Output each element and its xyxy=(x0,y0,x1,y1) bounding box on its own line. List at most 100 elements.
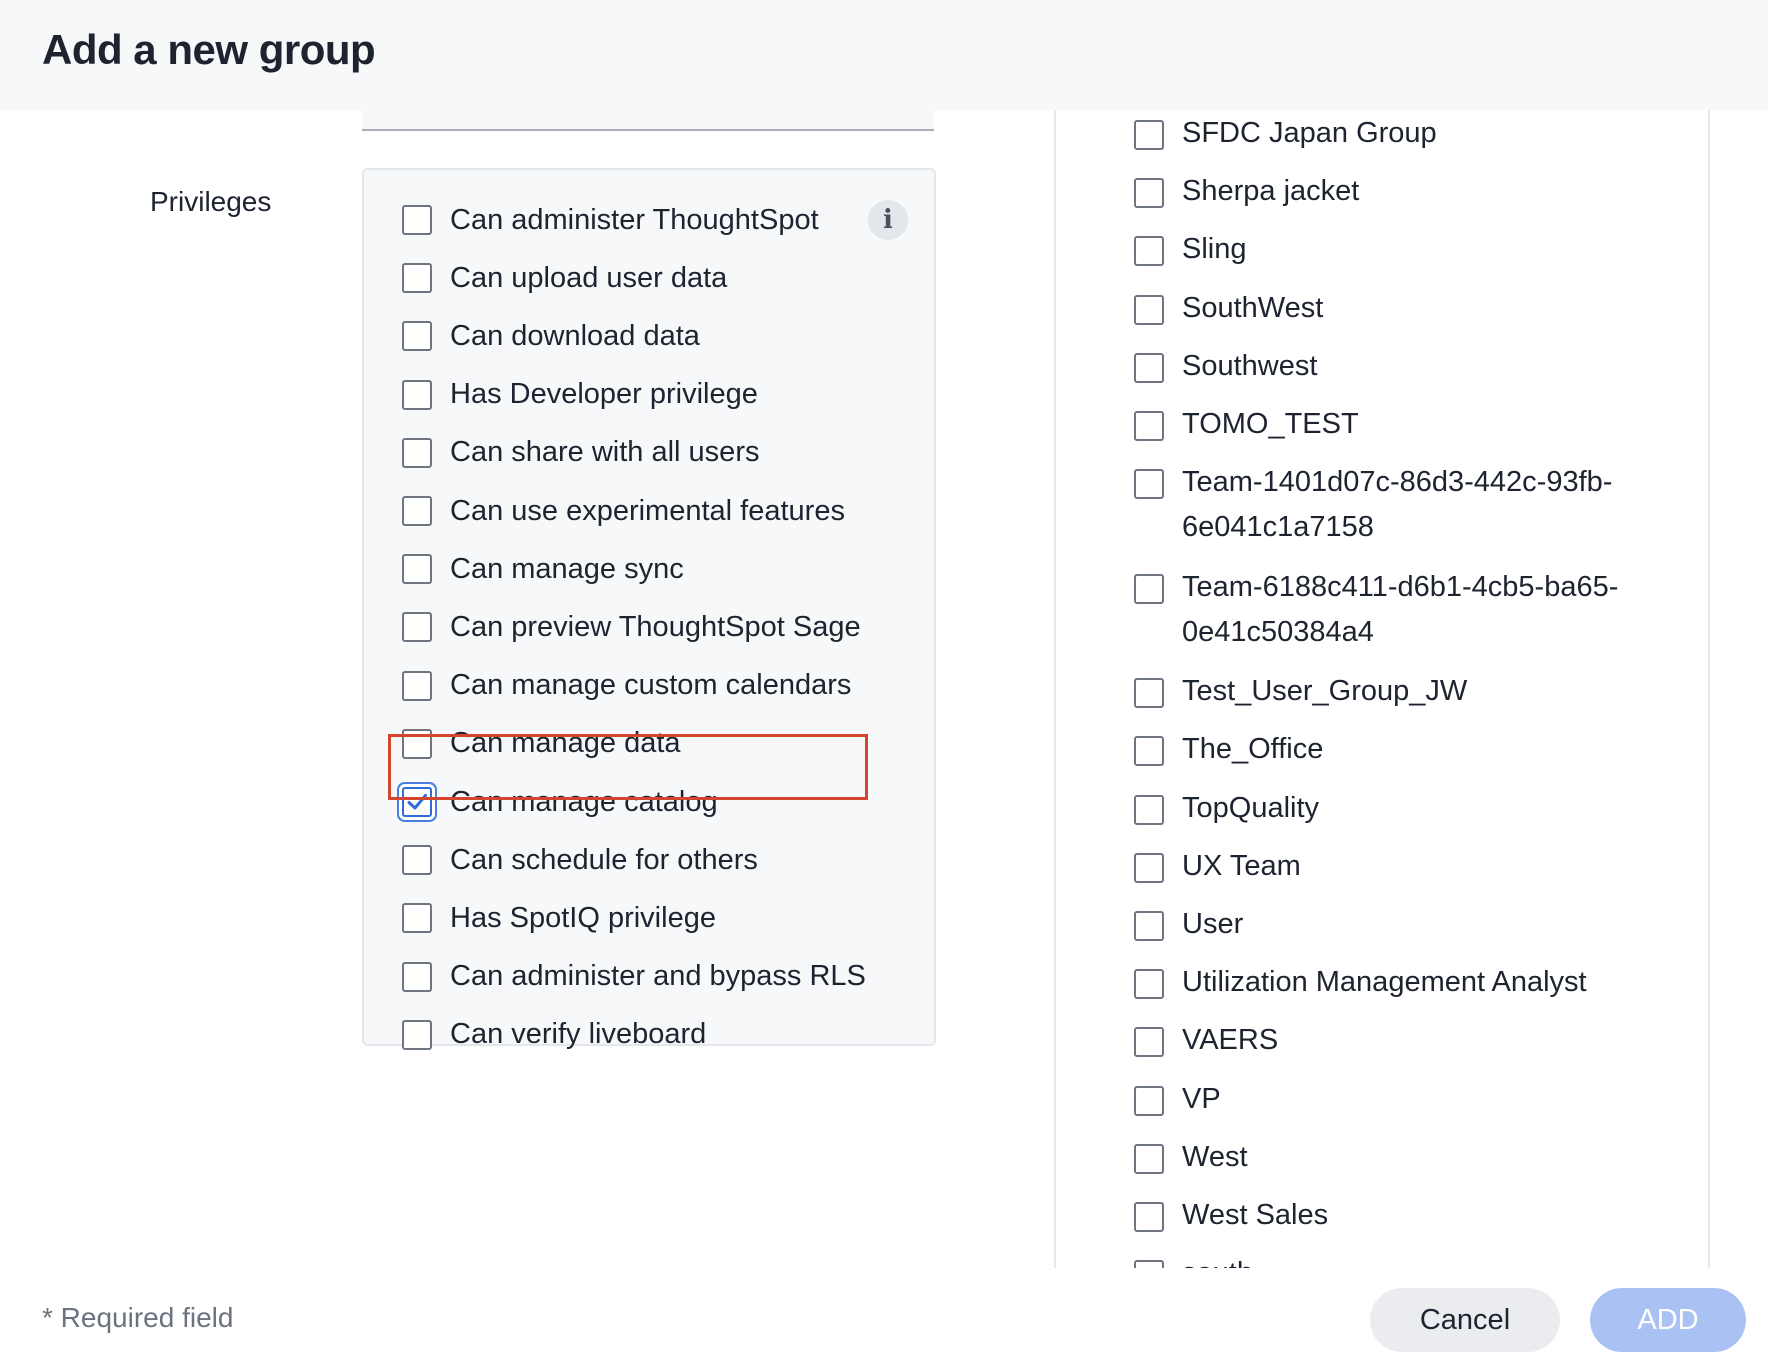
privilege-row[interactable]: Can upload user data xyxy=(402,256,727,300)
privilege-row[interactable]: Can manage custom calendars xyxy=(402,664,851,708)
group-label: West xyxy=(1182,1140,1248,1173)
check-icon xyxy=(407,794,427,810)
group-checkbox[interactable] xyxy=(1134,469,1164,500)
group-row[interactable]: West xyxy=(1134,1138,1652,1180)
group-row[interactable]: Sherpa jacket xyxy=(1134,172,1652,214)
group-label: VAERS xyxy=(1182,1024,1279,1057)
privileges-label: Privileges xyxy=(150,186,272,217)
group-row[interactable]: User xyxy=(1134,905,1652,947)
group-label: TOMO_TEST xyxy=(1182,408,1359,440)
group-label: south xyxy=(1182,1251,1652,1268)
group-label: UX Team xyxy=(1182,849,1301,882)
privilege-label: Has SpotIQ privilege xyxy=(450,901,716,934)
add-button[interactable]: ADD xyxy=(1590,1288,1746,1352)
privilege-checkbox[interactable] xyxy=(402,728,432,759)
privilege-checkbox[interactable] xyxy=(402,263,432,294)
group-row[interactable]: SouthWest xyxy=(1134,289,1652,331)
group-row[interactable]: VP xyxy=(1134,1080,1652,1122)
group-row[interactable]: UX Team xyxy=(1134,847,1652,889)
privilege-row[interactable]: Can schedule for others xyxy=(402,838,758,882)
privilege-label: Has Developer privilege xyxy=(450,378,758,411)
privilege-label: Can use experimental features xyxy=(450,494,845,527)
group-row[interactable]: Test_User_Group_JW xyxy=(1134,672,1652,714)
group-row[interactable]: West Sales xyxy=(1134,1196,1652,1238)
info-icon[interactable]: i xyxy=(868,200,908,240)
privilege-checkbox[interactable] xyxy=(402,612,432,643)
dialog-header: Add a new group xyxy=(0,0,1768,110)
privilege-checkbox[interactable] xyxy=(402,205,432,235)
group-checkbox[interactable] xyxy=(1134,736,1164,767)
privilege-row[interactable]: Can verify liveboard xyxy=(402,1013,706,1057)
group-row[interactable]: Southwest xyxy=(1134,347,1652,389)
privilege-row[interactable]: Can download data xyxy=(402,314,700,358)
privilege-checkbox[interactable] xyxy=(402,1019,432,1050)
group-checkbox[interactable] xyxy=(1134,1143,1164,1174)
group-checkbox[interactable] xyxy=(1134,411,1164,441)
group-label: Southwest xyxy=(1182,349,1318,382)
cancel-button[interactable]: Cancel xyxy=(1370,1288,1560,1352)
group-checkbox[interactable] xyxy=(1134,236,1164,267)
group-label: User xyxy=(1182,908,1244,940)
group-label: Team-6188c411-d6b1-4cb5-ba65-0e41c50384a… xyxy=(1182,570,1619,648)
group-row[interactable]: Utilization Management Analyst xyxy=(1134,963,1652,1005)
privilege-checkbox[interactable] xyxy=(402,496,432,526)
group-checkbox[interactable] xyxy=(1134,911,1164,941)
privilege-row[interactable]: Can preview ThoughtSpot Sage xyxy=(402,605,861,649)
privilege-checkbox[interactable] xyxy=(402,321,432,352)
privilege-row[interactable]: Can administer ThoughtSpot xyxy=(402,198,819,242)
privilege-checkbox[interactable] xyxy=(402,845,432,876)
privilege-checkbox[interactable] xyxy=(402,437,432,468)
privilege-row[interactable]: Can use experimental features xyxy=(402,489,845,533)
privilege-row[interactable]: Can manage data xyxy=(402,722,681,766)
group-checkbox[interactable] xyxy=(1134,794,1164,825)
group-row[interactable]: Sling xyxy=(1134,230,1652,272)
group-checkbox[interactable] xyxy=(1134,294,1164,325)
group-row[interactable]: Team-6188c411-d6b1-4cb5-ba65-0e41c50384a… xyxy=(1134,568,1652,655)
group-row[interactable]: SFDC Japan Group xyxy=(1134,114,1652,156)
group-checkbox[interactable] xyxy=(1134,1260,1164,1268)
group-row[interactable]: TOMO_TEST xyxy=(1134,405,1652,447)
group-label: VP xyxy=(1182,1082,1221,1115)
group-row[interactable]: TopQuality xyxy=(1134,789,1652,831)
column-divider xyxy=(1054,110,1056,1268)
privilege-label: Can schedule for others xyxy=(450,843,758,876)
privilege-row[interactable]: Can manage sync xyxy=(402,547,684,591)
privilege-checkbox[interactable] xyxy=(402,787,432,817)
privilege-label: Can verify liveboard xyxy=(450,1018,707,1051)
privilege-checkbox[interactable] xyxy=(402,554,432,585)
group-row[interactable]: south xyxy=(1134,1254,1652,1268)
group-label: Team-1401d07c-86d3-442c-93fb-6e041c1a715… xyxy=(1182,466,1613,544)
group-row[interactable]: VAERS xyxy=(1134,1021,1652,1063)
privilege-checkbox[interactable] xyxy=(402,670,432,701)
group-checkbox[interactable] xyxy=(1134,1202,1164,1232)
privileges-list: i Can administer ThoughtSpot Can upload u… xyxy=(362,168,936,1050)
privilege-label: Can preview ThoughtSpot Sage xyxy=(450,610,861,643)
privilege-label: Can manage custom calendars xyxy=(450,669,852,702)
group-checkbox[interactable] xyxy=(1134,852,1164,883)
privilege-row[interactable]: Can administer and bypass RLS xyxy=(402,955,866,999)
group-row[interactable]: The_Office xyxy=(1134,730,1652,772)
group-checkbox[interactable] xyxy=(1134,120,1164,150)
group-checkbox[interactable] xyxy=(1134,352,1164,383)
privilege-row[interactable]: Can manage catalog xyxy=(402,780,718,824)
group-row[interactable]: Team-1401d07c-86d3-442c-93fb-6e041c1a715… xyxy=(1134,463,1652,550)
privilege-row[interactable]: Has Developer privilege xyxy=(402,373,758,417)
privilege-row[interactable]: Can share with all users xyxy=(402,431,759,475)
groups-list: SFDC Japan Group Sherpa jacket Sling SouthW… xyxy=(1134,110,1706,1268)
privilege-checkbox[interactable] xyxy=(402,961,432,992)
privilege-label: Can manage data xyxy=(450,727,681,760)
group-label: Sling xyxy=(1182,233,1247,266)
privilege-label: Can manage sync xyxy=(450,552,684,585)
privilege-checkbox[interactable] xyxy=(402,903,432,934)
privilege-row[interactable]: Has SpotIQ privilege xyxy=(402,896,716,940)
group-checkbox[interactable] xyxy=(1134,969,1164,1000)
privilege-label: Can administer and bypass RLS xyxy=(450,960,866,993)
privilege-checkbox[interactable] xyxy=(402,379,432,410)
group-checkbox[interactable] xyxy=(1134,573,1164,604)
group-checkbox[interactable] xyxy=(1134,178,1164,209)
group-checkbox[interactable] xyxy=(1134,1085,1164,1116)
group-checkbox[interactable] xyxy=(1134,678,1164,709)
group-checkbox[interactable] xyxy=(1134,1027,1164,1058)
group-label: Sherpa jacket xyxy=(1182,175,1360,208)
privilege-label: Can download data xyxy=(450,319,700,352)
